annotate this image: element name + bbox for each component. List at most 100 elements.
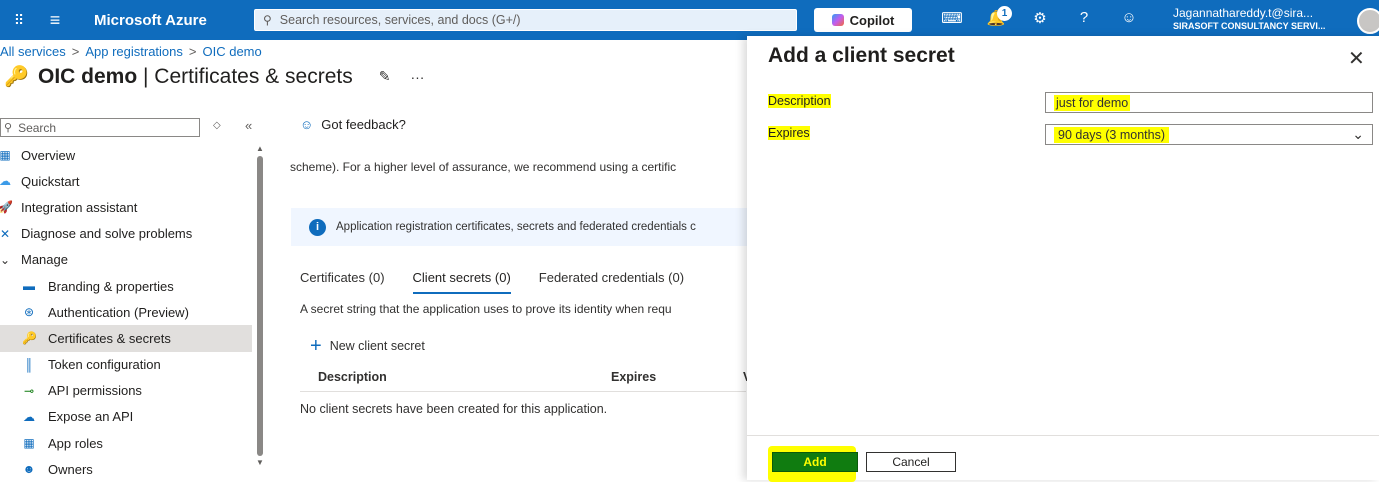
scrollbar-thumb[interactable] — [257, 156, 263, 456]
add-client-secret-panel: Add a client secret ✕ Description just f… — [747, 36, 1379, 482]
wrench-icon: ✕ — [0, 226, 11, 241]
tab-client-secrets[interactable]: Client secrets (0) — [412, 270, 511, 294]
cloud-icon: ☁ — [23, 409, 35, 424]
sidebar-item-token-configuration[interactable]: ║ Token configuration — [0, 352, 252, 378]
intro-text: scheme). For a higher level of assurance… — [290, 160, 677, 174]
quickstart-icon: ☁ — [0, 174, 11, 189]
sidebar-item-overview[interactable]: ▦ Overview — [0, 142, 252, 168]
sidebar-item-expose-api[interactable]: ☁ Expose an API — [0, 404, 252, 430]
hamburger-menu-icon[interactable]: ≡ — [38, 10, 72, 31]
sidebar-group-manage[interactable]: ⌄ Manage — [0, 247, 252, 273]
sidebar-item-label: Diagnose and solve problems — [21, 226, 193, 242]
help-icon[interactable]: ? — [1073, 9, 1095, 31]
global-search-input[interactable]: ⚲ Search resources, services, and docs (… — [254, 9, 797, 31]
global-search-placeholder: Search resources, services, and docs (G+… — [279, 13, 521, 27]
sidebar-item-authentication[interactable]: ⊛ Authentication (Preview) — [0, 299, 252, 325]
top-bar: ⠿ ≡ Microsoft Azure ⚲ Search resources, … — [0, 0, 1379, 40]
expires-label-text: Expires — [768, 126, 810, 140]
authentication-icon: ⊛ — [23, 305, 35, 320]
breadcrumb-all-services[interactable]: All services — [0, 44, 66, 59]
chevron-down-icon: ⌄ — [0, 252, 11, 267]
brand-title[interactable]: Microsoft Azure — [94, 12, 244, 29]
panel-footer: Add Cancel — [747, 435, 1379, 482]
expand-icon[interactable]: ◇ — [213, 120, 221, 131]
copilot-button[interactable]: Copilot — [814, 8, 912, 32]
add-button[interactable]: Add — [772, 452, 858, 472]
info-icon: i — [309, 218, 326, 236]
sidebar-item-owners[interactable]: ☻ Owners — [0, 456, 252, 482]
plus-icon: + — [310, 335, 322, 357]
sidebar-item-certificates-secrets[interactable]: 🔑 Certificates & secrets — [0, 325, 252, 352]
account-menu[interactable]: Jagannathareddy.t@sira... SIRASOFT CONSU… — [1173, 6, 1353, 31]
nav-search-input[interactable]: ⚲ Search — [0, 118, 200, 137]
cancel-button[interactable]: Cancel — [866, 452, 956, 472]
empty-table-message: No client secrets have been created for … — [300, 402, 608, 416]
sidebar-scrollbar[interactable]: ▲ ▼ — [255, 144, 265, 469]
more-options-icon[interactable]: ··· — [410, 69, 424, 85]
pin-icon[interactable]: ✎ — [379, 68, 391, 85]
settings-gear-icon[interactable]: ⚙ — [1029, 9, 1051, 31]
sidebar-item-label: Branding & properties — [48, 278, 174, 294]
breadcrumb: All services > App registrations > OIC demo — [0, 44, 262, 59]
new-client-secret-button[interactable]: + New client secret — [310, 335, 425, 357]
waffle-menu-icon[interactable]: ⠿ — [0, 12, 38, 29]
add-button-highlight: Add — [768, 446, 858, 482]
api-permissions-icon: ⊸ — [23, 383, 35, 398]
scroll-up-icon[interactable]: ▲ — [256, 144, 264, 153]
sidebar-item-branding[interactable]: ▬ Branding & properties — [0, 273, 252, 299]
sidebar-item-label: Certificates & secrets — [48, 330, 171, 346]
expires-value: 90 days (3 months) — [1054, 126, 1169, 143]
sidebar-item-label: Owners — [48, 461, 93, 477]
sidebar-item-app-roles[interactable]: ▦ App roles — [0, 430, 252, 456]
key-icon: 🔑 — [22, 331, 37, 346]
sidebar-nav: ▦ Overview ☁ Quickstart 🚀 Integration assis… — [0, 142, 252, 482]
tab-federated-credentials[interactable]: Federated credentials (0) — [539, 270, 684, 294]
user-org: SIRASOFT CONSULTANCY SERVI... — [1173, 21, 1326, 31]
secrets-table-header: Description Expires V — [300, 368, 751, 392]
sidebar-item-label: Token configuration — [48, 357, 161, 373]
sidebar-item-label: App roles — [48, 435, 103, 451]
sidebar-item-label: Integration assistant — [21, 199, 138, 215]
page-title-app: OIC demo — [38, 64, 138, 88]
sidebar-item-diagnose[interactable]: ✕ Diagnose and solve problems — [0, 221, 252, 247]
info-banner-text: Application registration certificates, s… — [336, 221, 696, 233]
scroll-down-icon[interactable]: ▼ — [256, 458, 264, 467]
owners-icon: ☻ — [22, 462, 36, 477]
sidebar-item-quickstart[interactable]: ☁ Quickstart — [0, 168, 252, 194]
feedback-icon: ☺ — [300, 117, 314, 132]
copilot-label: Copilot — [849, 12, 895, 28]
breadcrumb-app-registrations[interactable]: App registrations — [85, 44, 183, 59]
new-client-secret-label: New client secret — [329, 339, 425, 353]
collapse-menu-icon[interactable]: « — [245, 118, 252, 133]
sidebar-item-label: Manage — [21, 252, 68, 268]
description-label-text: Description — [768, 94, 831, 108]
breadcrumb-separator: > — [188, 44, 197, 59]
sidebar-item-label: Authentication (Preview) — [48, 304, 189, 320]
description-field[interactable]: just for demo — [1045, 92, 1373, 113]
description-label: Description — [768, 92, 831, 110]
key-icon: 🔑 — [4, 66, 29, 88]
app-roles-icon: ▦ — [23, 436, 35, 451]
rocket-icon: 🚀 — [0, 200, 13, 215]
expires-dropdown[interactable]: 90 days (3 months) ⌄ — [1045, 124, 1373, 145]
feedback-label: Got feedback? — [321, 117, 406, 132]
column-header-expires[interactable]: Expires — [611, 370, 656, 384]
sidebar-item-api-permissions[interactable]: ⊸ API permissions — [0, 378, 252, 404]
panel-title: Add a client secret — [768, 44, 955, 67]
close-icon[interactable]: ✕ — [1348, 46, 1365, 71]
overview-icon: ▦ — [0, 148, 11, 163]
search-icon: ⚲ — [263, 13, 272, 27]
description-value: just for demo — [1054, 94, 1131, 111]
column-header-description[interactable]: Description — [318, 370, 387, 384]
got-feedback-button[interactable]: ☺ Got feedback? — [300, 117, 406, 132]
token-icon: ║ — [24, 357, 34, 372]
breadcrumb-oic-demo[interactable]: OIC demo — [203, 44, 262, 59]
avatar[interactable] — [1357, 8, 1379, 34]
sidebar-item-integration-assistant[interactable]: 🚀 Integration assistant — [0, 194, 252, 220]
sidebar-item-label: Quickstart — [21, 173, 80, 189]
tab-certificates[interactable]: Certificates (0) — [300, 270, 385, 294]
cloud-shell-icon[interactable]: ⌨ — [941, 9, 963, 31]
feedback-icon[interactable]: ☺ — [1118, 9, 1140, 31]
page-header: 🔑 OIC demo | Certificates & secrets ✎ ··… — [0, 64, 424, 89]
user-email: Jagannathareddy.t@sira... — [1173, 6, 1314, 20]
